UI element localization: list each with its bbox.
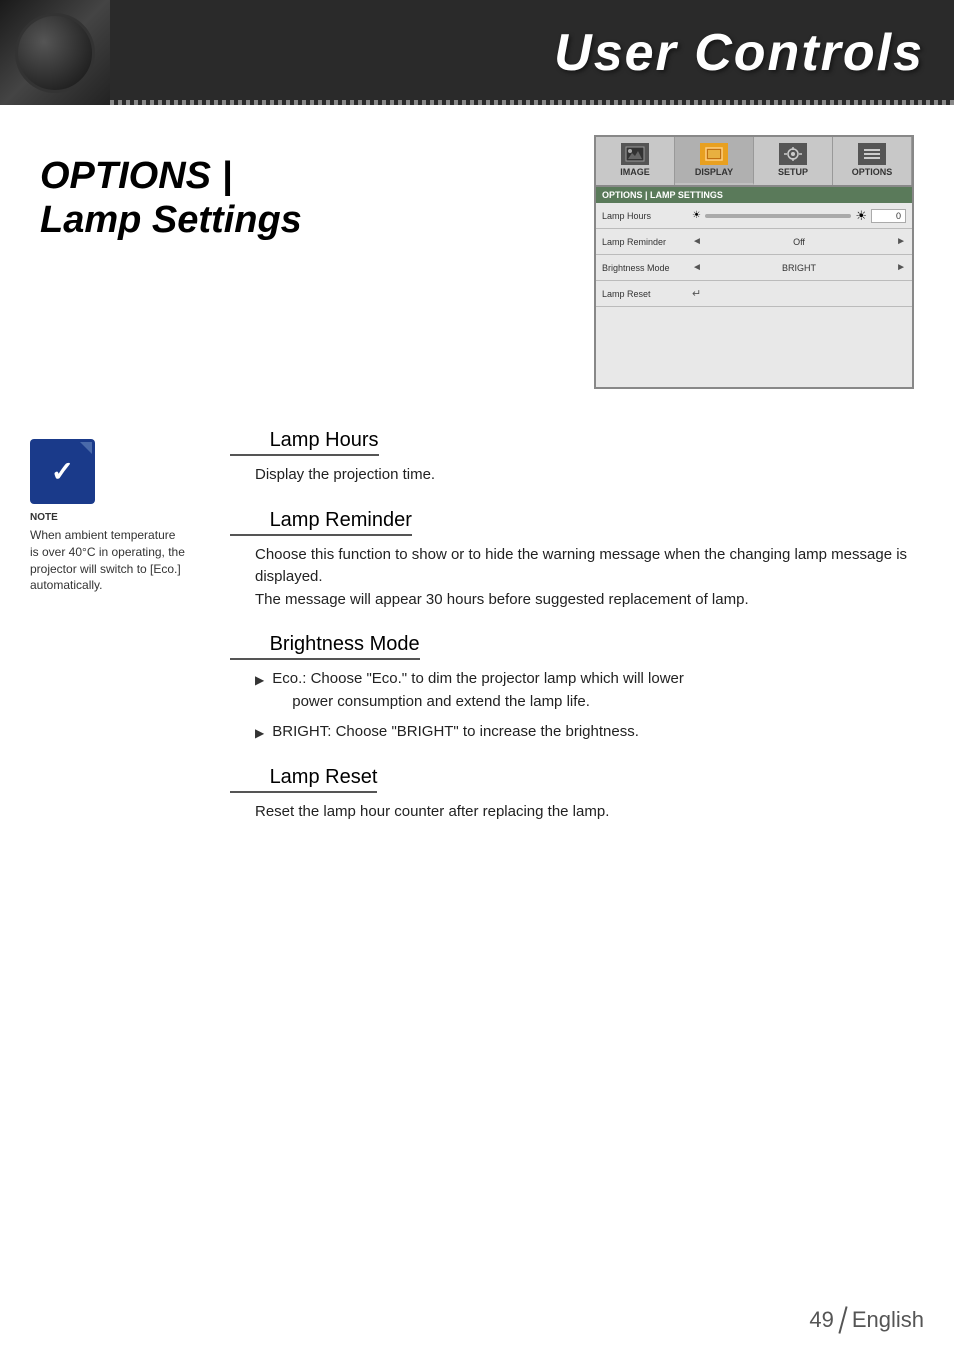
brightness-mode-label: Brightness Mode xyxy=(602,263,692,273)
lamp-reminder-section: Lamp Reminder Choose this function to sh… xyxy=(230,509,914,612)
header-title-area: User Controls xyxy=(110,23,954,83)
logo-image xyxy=(15,13,95,93)
tab-options-label: OPTIONS xyxy=(852,167,893,177)
lamp-hours-label: Lamp Hours xyxy=(602,211,692,221)
lamp-hours-section: Lamp Hours Display the projection time. xyxy=(230,429,914,487)
bullet-eco: ▶ Eco.: Choose "Eco." to dim the project… xyxy=(230,668,914,713)
tab-display-label: DISPLAY xyxy=(695,167,733,177)
bullet-eco-continuation: power consumption and extend the lamp li… xyxy=(272,691,684,714)
brightness-mode-control: ◄ BRIGHT ► xyxy=(692,262,906,273)
brightness-mode-value: BRIGHT xyxy=(706,263,892,273)
header-stripe xyxy=(110,100,954,105)
bullet-bright-text: BRIGHT: Choose "BRIGHT" to increase the … xyxy=(272,721,639,744)
logo-area xyxy=(0,0,110,105)
display-tab-icon xyxy=(700,143,728,165)
tab-image-label: IMAGE xyxy=(620,167,650,177)
page-header: User Controls xyxy=(0,0,954,105)
top-content: OPTIONS | Lamp Settings IMAGE DISPLAY xyxy=(0,105,954,409)
section-heading-main: OPTIONS | Lamp Settings xyxy=(40,155,302,242)
tab-image[interactable]: IMAGE xyxy=(596,137,675,185)
lamp-reset-body: Reset the lamp hour counter after replac… xyxy=(230,801,914,824)
lamp-hours-body: Display the projection time. xyxy=(230,464,914,487)
bullet-bright: ▶ BRIGHT: Choose "BRIGHT" to increase th… xyxy=(230,721,914,744)
brightness-mode-heading: Brightness Mode xyxy=(230,633,420,660)
lamp-reset-heading: Lamp Reset xyxy=(230,766,377,793)
options-tab-icon xyxy=(858,143,886,165)
lamp-reset-control: ↵ xyxy=(692,287,906,300)
lamp-reminder-label: Lamp Reminder xyxy=(602,237,692,247)
lamp-reminder-heading: Lamp Reminder xyxy=(230,509,412,536)
tab-setup-label: SETUP xyxy=(778,167,808,177)
sun-icon-large: ☀ xyxy=(855,208,867,224)
tab-display[interactable]: DISPLAY xyxy=(675,137,754,185)
ui-breadcrumb: OPTIONS | LAMP SETTINGS xyxy=(596,187,912,203)
ui-row-lamp-reminder: Lamp Reminder ◄ Off ► xyxy=(596,229,912,255)
ui-row-lamp-hours: Lamp Hours ☀ ☀ 0 xyxy=(596,203,912,229)
lamp-reminder-control: ◄ Off ► xyxy=(692,236,906,247)
lamp-reminder-arrow-left[interactable]: ◄ xyxy=(692,236,702,247)
ui-row-brightness-mode: Brightness Mode ◄ BRIGHT ► xyxy=(596,255,912,281)
lamp-hours-slider[interactable] xyxy=(705,214,851,218)
tab-setup[interactable]: SETUP xyxy=(754,137,833,185)
lamp-reset-label: Lamp Reset xyxy=(602,289,692,299)
lamp-reminder-value: Off xyxy=(706,237,892,247)
ui-tabs-bar: IMAGE DISPLAY SETUP OPTIONS xyxy=(596,137,912,187)
bullet-eco-text: Eco.: Choose "Eco." to dim the projector… xyxy=(272,668,684,713)
page-title: User Controls xyxy=(110,23,924,83)
bullet-arrow-1: ▶ xyxy=(255,671,264,689)
tab-options[interactable]: OPTIONS xyxy=(833,137,912,185)
footer-divider xyxy=(838,1306,847,1334)
ui-mockup-panel: IMAGE DISPLAY SETUP OPTIONS OPT xyxy=(594,135,914,389)
image-tab-icon xyxy=(621,143,649,165)
page-number: 49 xyxy=(809,1307,833,1333)
bullet-arrow-2: ▶ xyxy=(255,724,264,742)
brightness-arrow-right[interactable]: ► xyxy=(896,262,906,273)
setup-tab-icon xyxy=(779,143,807,165)
ui-row-lamp-reset: Lamp Reset ↵ xyxy=(596,281,912,307)
lamp-hours-value: 0 xyxy=(871,209,906,223)
lamp-reminder-body: Choose this function to show or to hide … xyxy=(230,544,914,612)
lamp-reset-section: Lamp Reset Reset the lamp hour counter a… xyxy=(230,766,914,824)
section-title-panel: OPTIONS | Lamp Settings xyxy=(40,135,360,389)
footer: 49 English xyxy=(809,1306,924,1334)
body-content-wrapper: ✓ Note When ambient temperature is over … xyxy=(0,409,954,865)
footer-language: English xyxy=(852,1307,924,1333)
ui-empty-space xyxy=(596,307,912,387)
brightness-mode-section: Brightness Mode ▶ Eco.: Choose "Eco." to… xyxy=(230,633,914,744)
sun-icon-small: ☀ xyxy=(692,210,701,221)
enter-icon[interactable]: ↵ xyxy=(692,287,701,300)
lamp-reminder-arrow-right[interactable]: ► xyxy=(896,236,906,247)
lamp-hours-heading: Lamp Hours xyxy=(230,429,379,456)
lamp-hours-control: ☀ ☀ 0 xyxy=(692,208,906,224)
body-content: Lamp Hours Display the projection time. … xyxy=(0,409,954,865)
brightness-arrow-left[interactable]: ◄ xyxy=(692,262,702,273)
